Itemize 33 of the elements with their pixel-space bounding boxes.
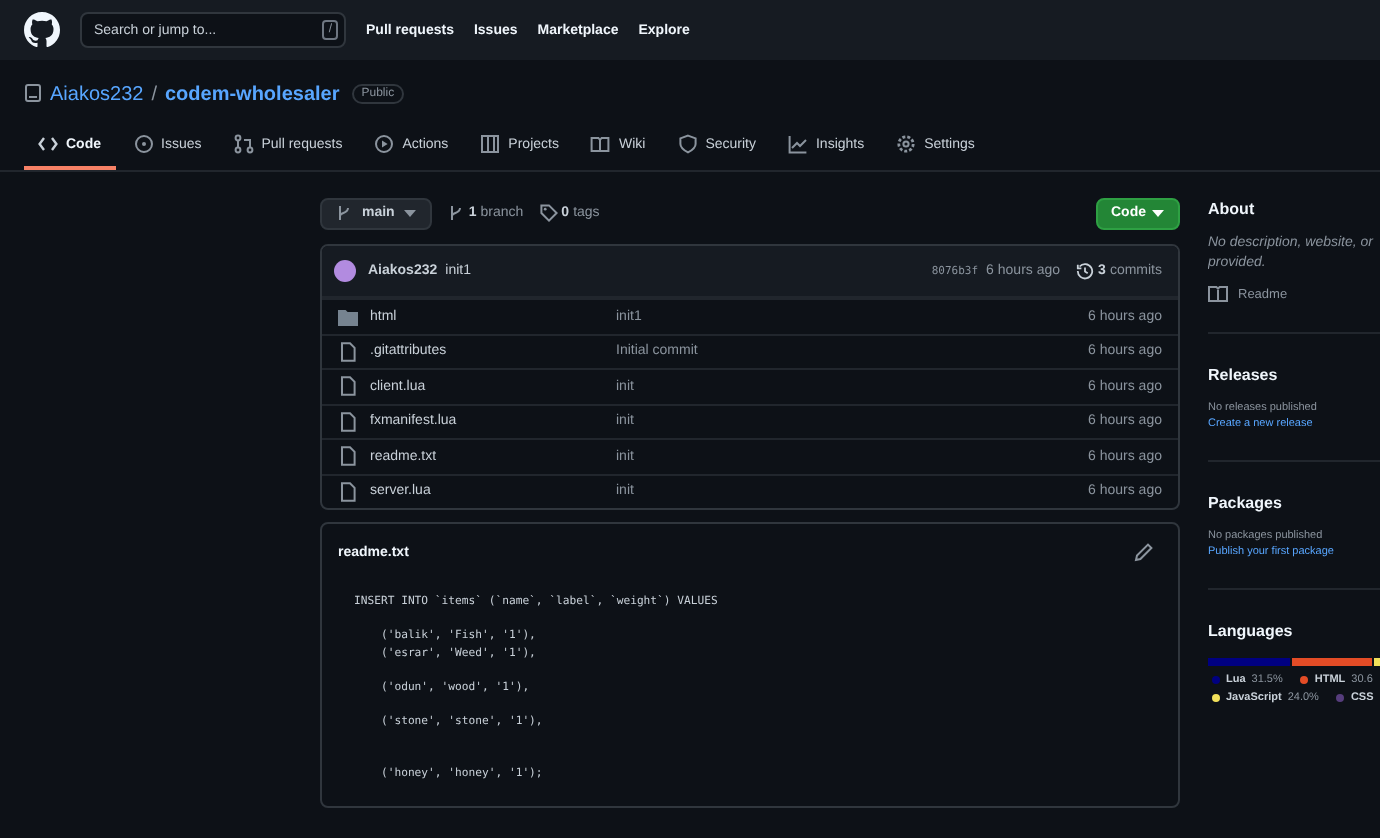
avatar-icon xyxy=(334,260,356,282)
book-icon xyxy=(1208,286,1228,302)
repo-name-link[interactable]: codem-wholesaler xyxy=(164,83,340,105)
folder-icon xyxy=(338,307,358,326)
pull-request-icon xyxy=(233,134,254,154)
path-separator: / xyxy=(151,83,157,105)
section-title: Packages xyxy=(1208,492,1284,512)
section-title: About xyxy=(1208,198,1257,218)
caret-icon xyxy=(404,209,417,217)
circle-icon xyxy=(133,134,153,154)
caret-icon xyxy=(1152,209,1164,217)
file-icon xyxy=(338,376,358,397)
settings-icon xyxy=(896,134,917,154)
file-icon xyxy=(338,411,358,432)
book-icon xyxy=(590,134,611,154)
section-title: Languages xyxy=(1208,620,1295,640)
branch-icon xyxy=(448,204,465,222)
play-icon xyxy=(374,134,395,154)
shield-icon xyxy=(677,134,698,154)
code-icon xyxy=(38,134,58,154)
github-logo-icon[interactable] xyxy=(24,12,60,48)
branch-icon xyxy=(336,204,352,222)
file-icon xyxy=(338,446,358,467)
repo-icon xyxy=(24,84,42,104)
file-icon xyxy=(338,341,358,362)
repo-owner-link[interactable]: Aiakos232 xyxy=(50,83,144,105)
table-icon xyxy=(480,134,501,154)
file-icon xyxy=(338,481,358,502)
tag-icon xyxy=(539,204,558,222)
graph-icon xyxy=(787,134,808,154)
pencil-icon[interactable] xyxy=(1134,542,1154,562)
history-icon xyxy=(1076,262,1095,280)
section-title: Releases xyxy=(1208,364,1280,384)
